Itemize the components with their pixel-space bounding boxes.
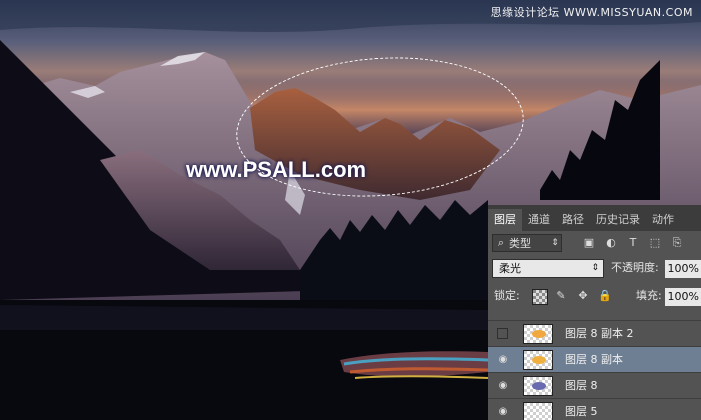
lock-label: 锁定:: [494, 289, 520, 302]
layer-name: 图层 8 副本 2: [565, 327, 634, 340]
filter-type-label: 类型: [509, 237, 531, 250]
fill-label: 填充:: [636, 289, 662, 302]
lock-all-icon[interactable]: 🔒: [598, 289, 612, 303]
layer-thumbnail: [523, 324, 553, 344]
layer-filter-select[interactable]: ⌕ 类型 ⇕: [492, 234, 562, 252]
tab-actions[interactable]: 动作: [646, 209, 680, 231]
panel-tabs: 图层 通道 路径 历史记录 动作: [488, 205, 701, 231]
layer-thumbnail: [523, 402, 553, 420]
lock-transparent-pixels-icon[interactable]: [532, 289, 548, 305]
eye-icon[interactable]: ◉: [497, 354, 509, 366]
tab-paths[interactable]: 路径: [556, 209, 590, 231]
layers-panel: 图层 通道 路径 历史记录 动作 ⌕ 类型 ⇕ ▣ ◐ T ⬚ ⎘ 柔光 ⇕ 不…: [488, 205, 701, 420]
adjustment-filter-icon[interactable]: ◐: [604, 236, 618, 250]
lock-position-icon[interactable]: ✥: [576, 289, 590, 303]
blend-mode-select[interactable]: 柔光 ⇕: [492, 259, 604, 278]
opacity-field[interactable]: 100%: [665, 260, 701, 278]
lock-row: 锁定: ✎ ✥ 🔒 填充: 100%: [488, 285, 701, 309]
stepper-arrows-icon: ⇕: [551, 238, 559, 248]
fill-field[interactable]: 100%: [665, 288, 701, 306]
layer-name: 图层 5: [565, 405, 598, 418]
site-watermark: 思缘设计论坛 WWW.MISSYUAN.COM: [490, 6, 693, 19]
shape-filter-icon[interactable]: ⬚: [648, 236, 662, 250]
layer-row-layer-5[interactable]: ◉ 图层 5: [488, 398, 701, 420]
opacity-label: 不透明度:: [611, 261, 659, 274]
layer-thumbnail: [523, 350, 553, 370]
tab-channels[interactable]: 通道: [522, 209, 556, 231]
tab-history[interactable]: 历史记录: [590, 209, 646, 231]
stepper-arrows-icon: ⇕: [591, 263, 599, 273]
layer-name: 图层 8 副本: [565, 353, 623, 366]
blend-row: 柔光 ⇕ 不透明度: 100%: [488, 257, 701, 281]
layer-name: 图层 8: [565, 379, 598, 392]
eye-icon[interactable]: ◉: [497, 406, 509, 418]
layer-row-layer-8[interactable]: ◉ 图层 8: [488, 372, 701, 398]
eye-icon[interactable]: ◉: [497, 380, 509, 392]
smart-object-filter-icon[interactable]: ⎘: [670, 236, 684, 250]
layer-row-layer-8-copy-2[interactable]: 图层 8 副本 2: [488, 320, 701, 346]
layer-thumbnail: [523, 376, 553, 396]
layer-row-layer-8-copy[interactable]: ◉ 图层 8 副本: [488, 346, 701, 372]
visibility-toggle-off[interactable]: [497, 328, 508, 339]
blend-mode-value: 柔光: [499, 262, 521, 275]
image-filter-icon[interactable]: ▣: [582, 236, 596, 250]
type-filter-icon[interactable]: T: [626, 236, 640, 250]
filter-row: ⌕ 类型 ⇕ ▣ ◐ T ⬚ ⎘: [488, 231, 701, 255]
search-icon: ⌕: [497, 236, 505, 249]
tab-layers[interactable]: 图层: [488, 209, 522, 231]
lock-image-pixels-icon[interactable]: ✎: [554, 289, 568, 303]
